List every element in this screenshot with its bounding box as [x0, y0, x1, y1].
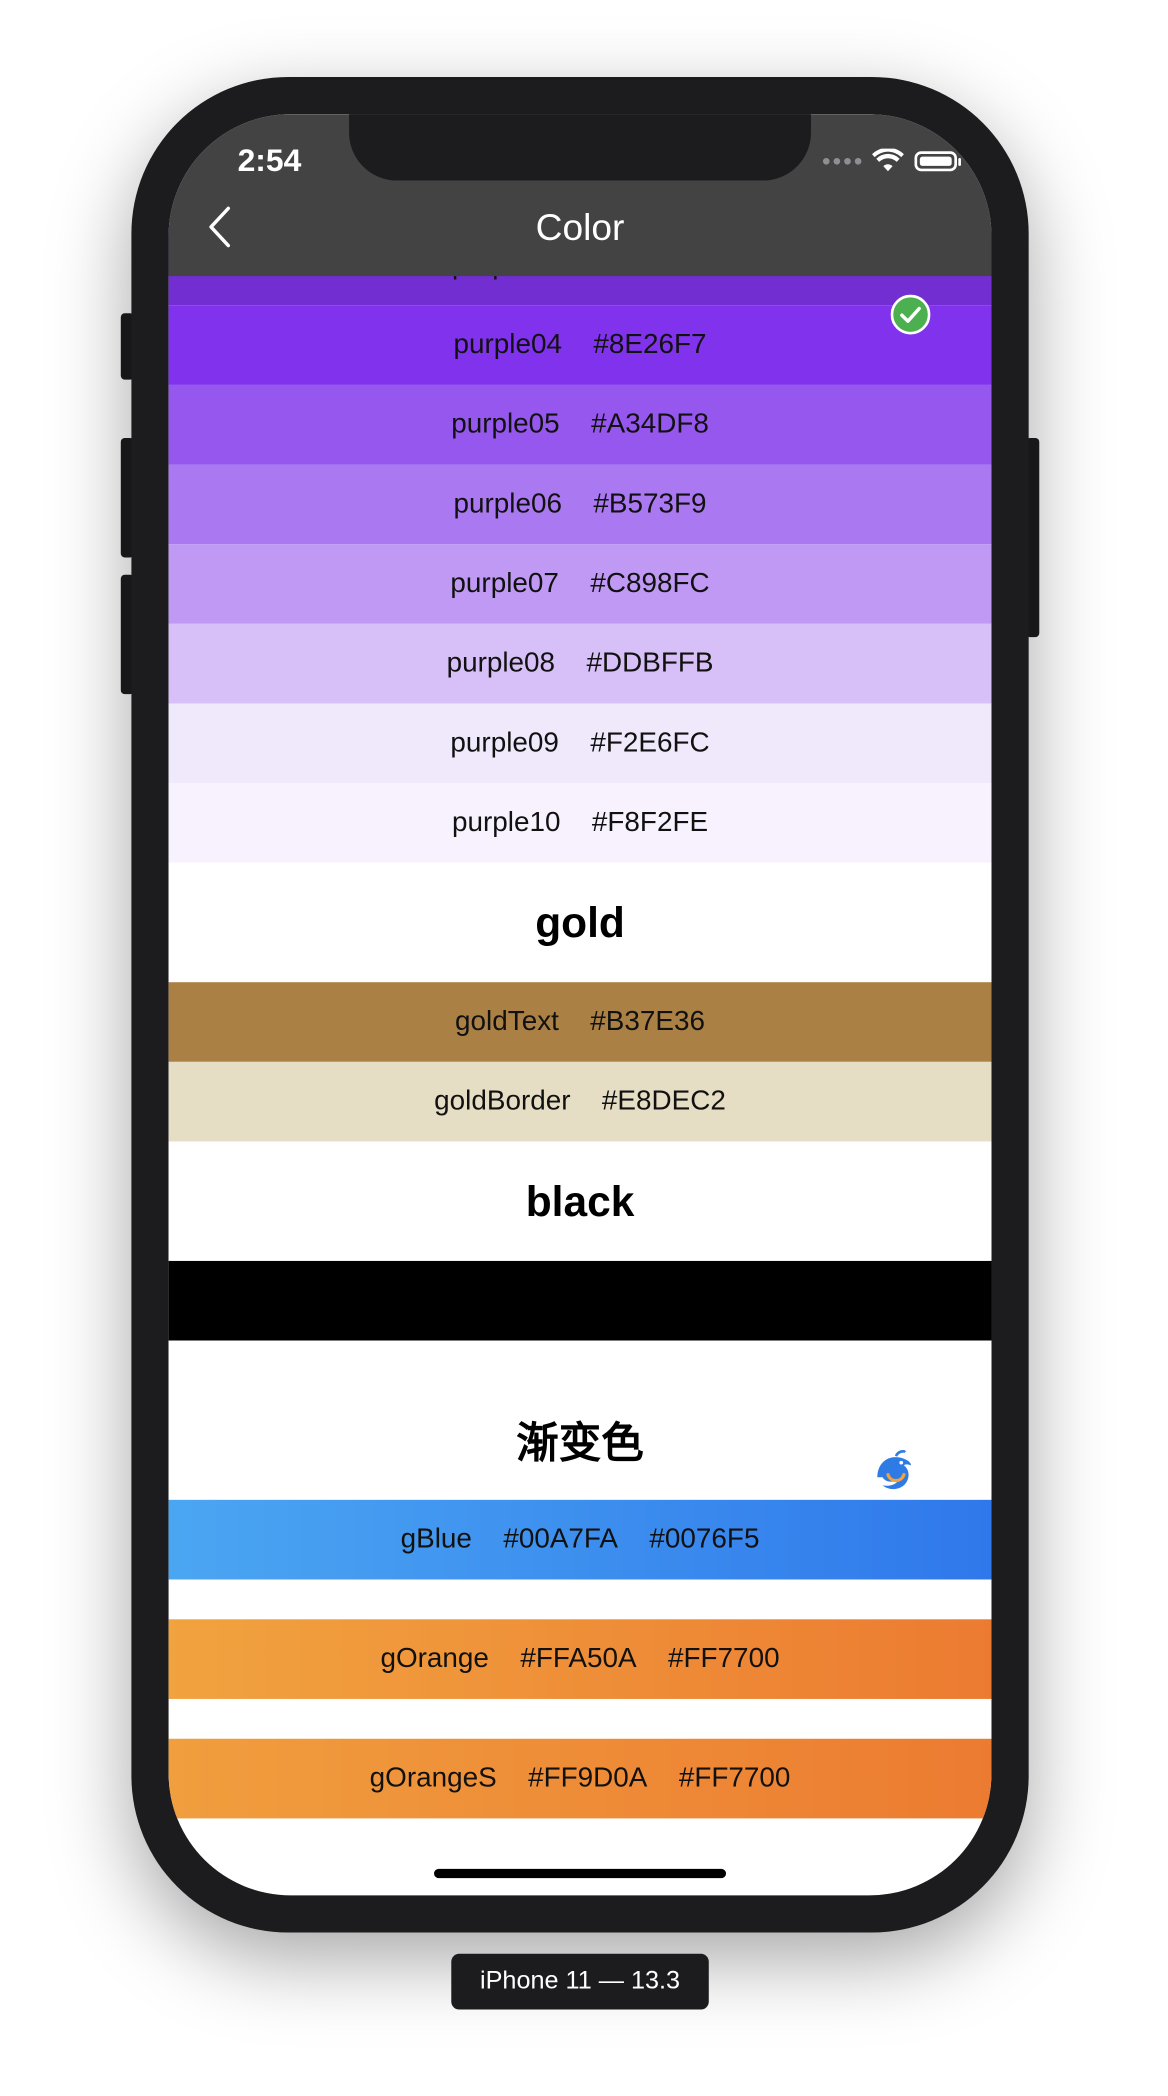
color-hex: #C898FC [590, 568, 710, 599]
color-name: purple04 [453, 329, 562, 360]
status-time: 2:54 [237, 143, 302, 180]
color-name: goldText [455, 1006, 559, 1037]
color-name: purple10 [451, 806, 561, 838]
color-hex: #B37E36 [590, 1006, 706, 1037]
color-name: goldBorder [434, 1085, 571, 1117]
color-row-purple10[interactable]: purple10 #F8F2FE [168, 783, 992, 863]
color-hex: #DDBFFB [586, 647, 714, 679]
section-header-gradient: 渐变色 [168, 1340, 992, 1500]
gradient-name: gOrangeS [369, 1762, 497, 1794]
notch [349, 114, 811, 181]
color-name: purple08 [446, 647, 556, 679]
battery-icon [914, 150, 961, 171]
home-indicator[interactable] [434, 1868, 727, 1879]
color-hex: #F2E6FC [590, 727, 710, 758]
color-name: purple09 [450, 727, 559, 758]
page-title: Color [535, 207, 625, 249]
color-name: purple07 [450, 568, 559, 599]
gradient-from: #00A7FA [503, 1523, 619, 1555]
device-label: iPhone 11 — 13.3 [451, 1953, 709, 2010]
gradient-to: #FF7700 [668, 1643, 780, 1674]
gradient-name: gOrange [380, 1643, 489, 1674]
navigation-bar: 2:54 Color [168, 114, 992, 277]
signal-icon [822, 157, 862, 164]
color-hex: #F8F2FE [591, 806, 709, 838]
wifi-icon [872, 148, 904, 172]
color-row-goldText[interactable]: goldText #B37E36 [168, 982, 992, 1062]
color-row-black[interactable] [168, 1260, 992, 1341]
gradient-row-gOrange[interactable]: gOrange #FFA50A #FF7700 [168, 1619, 992, 1699]
check-circle-icon[interactable] [890, 294, 931, 335]
color-row-purple09[interactable]: purple09 #F2E6FC [168, 703, 992, 784]
gradient-name: gBlue [400, 1523, 472, 1555]
color-row-goldBorder[interactable]: goldBorder #E8DEC2 [168, 1061, 992, 1142]
section-title: 渐变色 [516, 1418, 644, 1467]
color-row-purple06[interactable]: purple06 #B573F9 [168, 464, 992, 545]
gradient-from: #FF9D0A [528, 1762, 648, 1794]
phone-screen: purple03 #722ED1purple04 #8E26F7purple05… [168, 114, 992, 1896]
dolphin-icon[interactable] [869, 1448, 917, 1496]
simulator-stage: purple03 #722ED1purple04 #8E26F7purple05… [0, 0, 1168, 2081]
color-list[interactable]: purple03 #722ED1purple04 #8E26F7purple05… [168, 225, 992, 1895]
color-hex: #A34DF8 [591, 408, 709, 440]
gradient-row-gOrangeS[interactable]: gOrangeS #FF9D0A #FF7700 [168, 1738, 992, 1819]
color-row-purple08[interactable]: purple08 #DDBFFB [168, 623, 992, 704]
color-hex: #E8DEC2 [601, 1085, 726, 1117]
section-title: black [525, 1176, 635, 1225]
section-header-gold: gold [168, 862, 992, 983]
section-header-black: black [168, 1141, 992, 1261]
gradient-to: #FF7700 [678, 1762, 791, 1794]
color-row-purple07[interactable]: purple07 #C898FC [168, 544, 992, 624]
color-hex: #B573F9 [593, 488, 707, 519]
color-name: purple06 [453, 488, 562, 519]
color-row-purple05[interactable]: purple05 #A34DF8 [168, 384, 992, 465]
gradient-from: #FFA50A [520, 1643, 637, 1674]
section-title: gold [535, 897, 625, 946]
status-indicators [822, 148, 961, 173]
color-hex: #8E26F7 [593, 329, 707, 360]
gradient-to: #0076F5 [649, 1523, 760, 1555]
gradient-row-gBlue[interactable]: gBlue #00A7FA #0076F5 [168, 1499, 992, 1580]
color-row-purple04[interactable]: purple04 #8E26F7 [168, 305, 992, 385]
color-name: purple05 [451, 408, 560, 440]
